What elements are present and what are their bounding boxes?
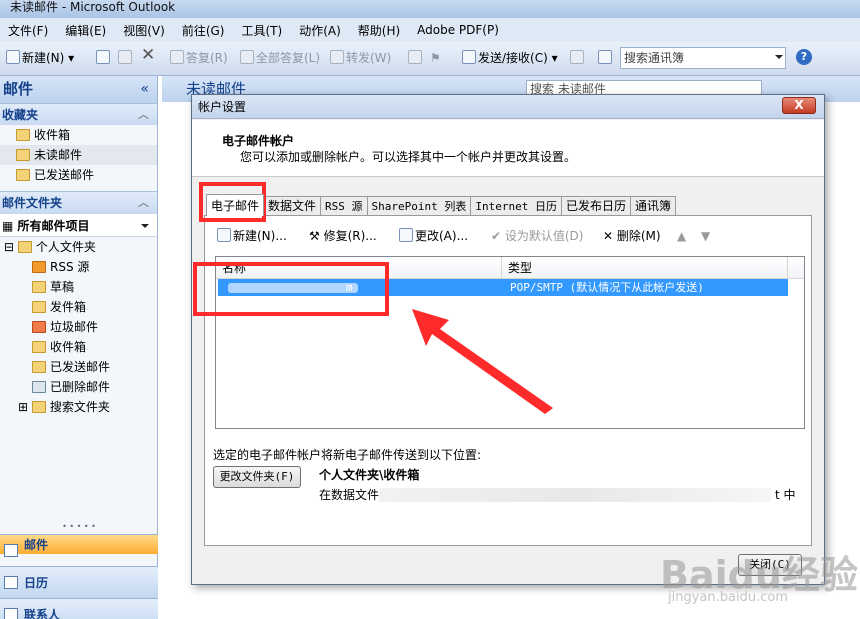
annotation-arrow-shape [412,309,553,414]
tab-email[interactable]: 电子邮件 [206,194,265,216]
watermark-url: jingyan.baidu.com [668,590,788,605]
annotation-arrow [412,309,553,414]
